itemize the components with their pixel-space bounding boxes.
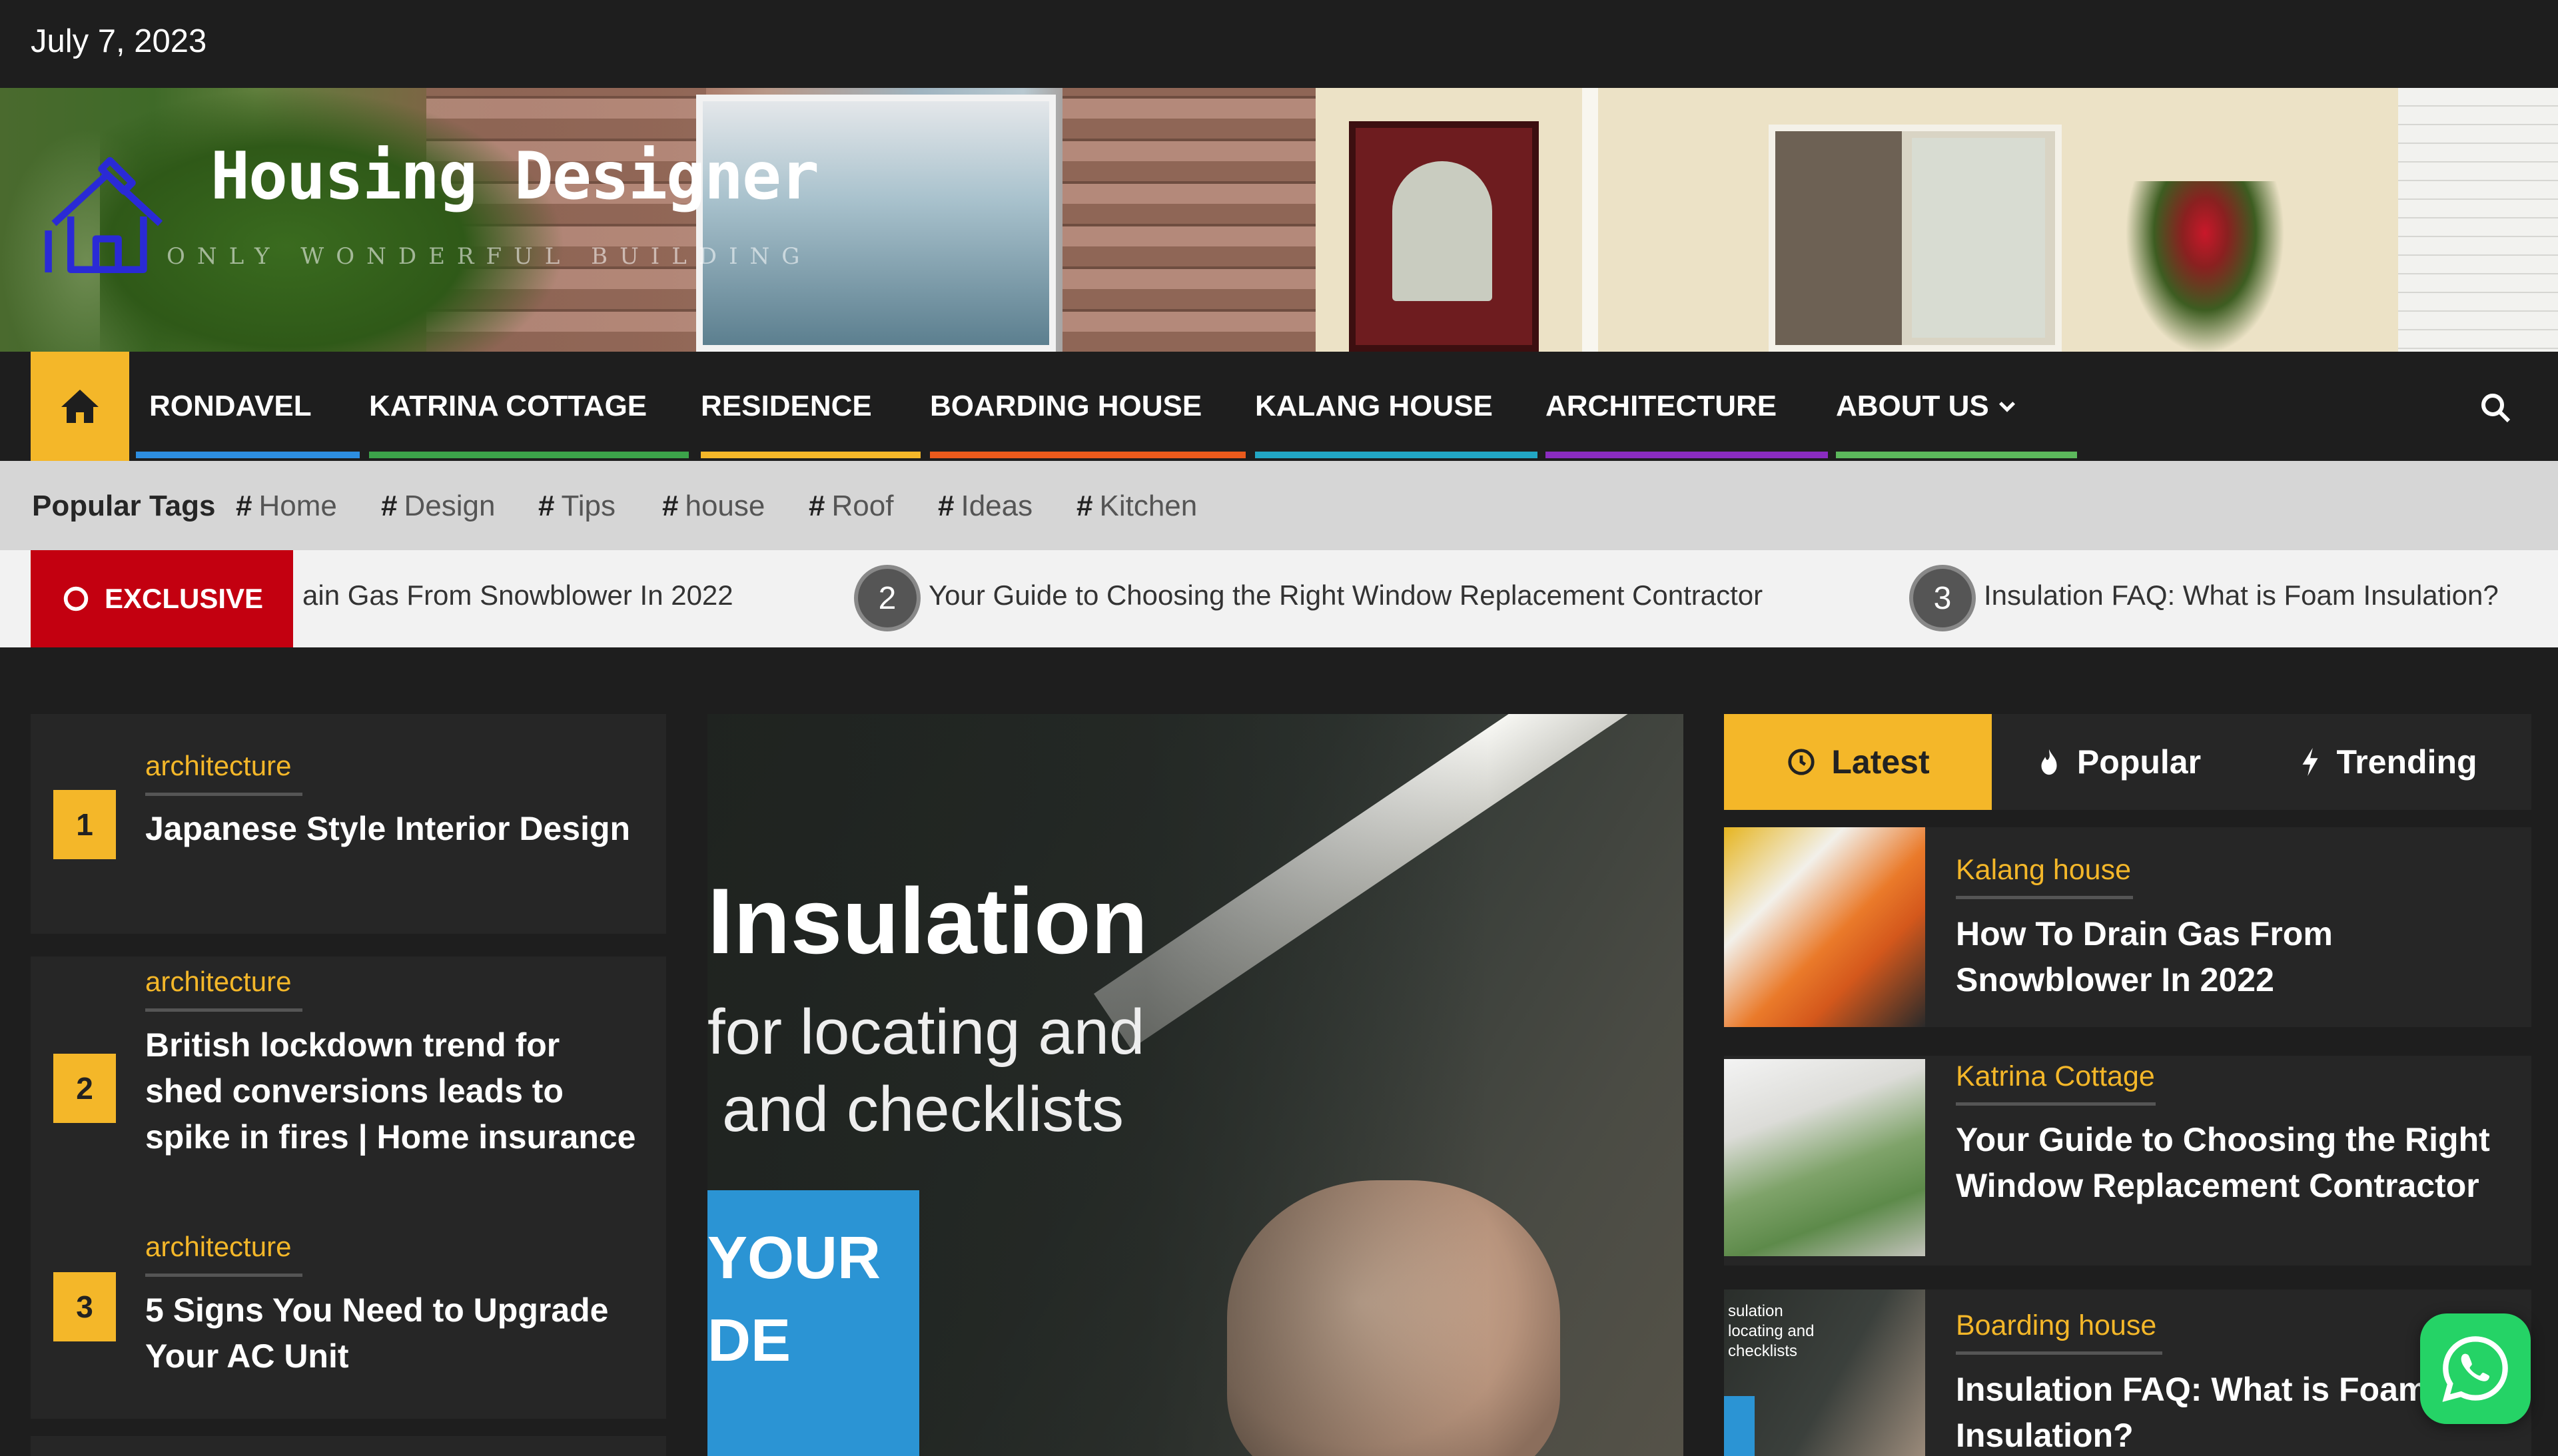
top-bar: July 7, 2023: [0, 0, 2558, 88]
nav-item-residence[interactable]: RESIDENCE: [701, 352, 872, 461]
nav-underline: [369, 452, 689, 458]
ticker-number: 3: [1909, 565, 1976, 631]
whatsapp-button[interactable]: [2420, 1313, 2531, 1424]
slide-heading: Insulation: [707, 869, 1148, 973]
tag-design[interactable]: # Design: [381, 490, 495, 523]
nav-item-kalang-house[interactable]: KALANG HOUSE: [1255, 352, 1493, 461]
rank-badge: 2: [53, 1054, 116, 1123]
site-logo-icon[interactable]: [40, 147, 180, 286]
rank-badge: 1: [53, 790, 116, 859]
post-thumbnail[interactable]: [1724, 827, 1925, 1027]
hanging-plant: [2125, 181, 2285, 352]
nav-underline: [1255, 452, 1537, 458]
rank-badge: 3: [53, 1272, 116, 1341]
nav-item-about-us[interactable]: ABOUT US: [1836, 352, 2018, 461]
post-category[interactable]: architecture: [145, 966, 291, 998]
post-thumbnail[interactable]: [1724, 1059, 1925, 1256]
nav-item-architecture[interactable]: ARCHITECTURE: [1545, 352, 1777, 461]
list-item[interactable]: [31, 1436, 666, 1456]
clock-icon: [1788, 749, 1815, 775]
tag-roof[interactable]: # Roof: [809, 490, 893, 523]
tag-house[interactable]: # house: [662, 490, 765, 523]
nav-underline: [701, 452, 921, 458]
circle-icon: [63, 586, 89, 611]
tag-tips[interactable]: # Tips: [538, 490, 616, 523]
fire-icon: [2041, 749, 2057, 775]
ticker-item[interactable]: Your Guide to Choosing the Right Window …: [929, 579, 1763, 611]
post-title[interactable]: Japanese Style Interior Design: [145, 806, 638, 852]
slide-subheading: for locating and and checklists: [707, 996, 1145, 1145]
bolt-icon: [2302, 747, 2318, 777]
ticker-item[interactable]: Insulation FAQ: What is Foam Insulation?: [1984, 579, 2499, 611]
site-tagline: ONLY WONDERFUL BUILDING: [167, 243, 812, 270]
nav-underline: [1545, 452, 1828, 458]
nav-underline: [930, 452, 1246, 458]
tab-latest[interactable]: Latest: [1724, 714, 1992, 810]
post-title[interactable]: 5 Signs You Need to Upgrade Your AC Unit: [145, 1287, 638, 1379]
exclusive-badge: EXCLUSIVE: [31, 550, 293, 647]
tag-ideas[interactable]: # Ideas: [938, 490, 1033, 523]
search-icon[interactable]: [2479, 392, 2511, 424]
post-category[interactable]: Kalang house: [1956, 854, 2131, 887]
current-date: July 7, 2023: [31, 23, 207, 59]
ticker-item[interactable]: ain Gas From Snowblower In 2022: [302, 579, 733, 611]
nav-item-rondavel[interactable]: RONDAVEL: [149, 352, 312, 461]
tag-home[interactable]: # Home: [236, 490, 337, 523]
post-title[interactable]: How To Drain Gas From Snowblower In 2022: [1956, 911, 2509, 1003]
nav-item-katrina-cottage[interactable]: KATRINA COTTAGE: [369, 352, 647, 461]
header-banner: [0, 88, 2558, 352]
whatsapp-icon: [2442, 1336, 2508, 1402]
post-title[interactable]: British lockdown trend for shed conversi…: [145, 1022, 638, 1160]
chevron-down-icon: [1998, 402, 2015, 412]
post-category[interactable]: Boarding house: [1956, 1309, 2156, 1342]
featured-slider[interactable]: Insulation for locating and and checklis…: [707, 714, 1683, 1456]
nav-underline: [136, 452, 360, 458]
house-window: [696, 95, 1056, 352]
ticker-number: 2: [854, 565, 921, 631]
post-thumbnail[interactable]: sulation locating and checklists: [1724, 1289, 1925, 1456]
post-title[interactable]: Your Guide to Choosing the Right Window …: [1956, 1117, 2509, 1209]
post-category[interactable]: Katrina Cottage: [1956, 1060, 2155, 1093]
post-category[interactable]: architecture: [145, 1231, 291, 1263]
site-title[interactable]: Housing Designer: [211, 139, 819, 214]
tab-popular[interactable]: Popular: [1992, 714, 2245, 810]
nav-item-boarding-house[interactable]: BOARDING HOUSE: [930, 352, 1202, 461]
tag-kitchen[interactable]: # Kitchen: [1076, 490, 1197, 523]
house-side-window: [1769, 125, 2062, 352]
slide-guide-box: YOUR DE: [707, 1190, 919, 1456]
popular-tags-label: Popular Tags: [32, 490, 216, 522]
tab-trending[interactable]: Trending: [2245, 714, 2531, 810]
nav-home-button[interactable]: [31, 352, 129, 461]
nav-underline: [1836, 452, 2077, 458]
home-icon: [61, 390, 99, 423]
thumbnail-text: sulation locating and checklists: [1728, 1302, 1815, 1360]
post-category[interactable]: architecture: [145, 750, 291, 782]
